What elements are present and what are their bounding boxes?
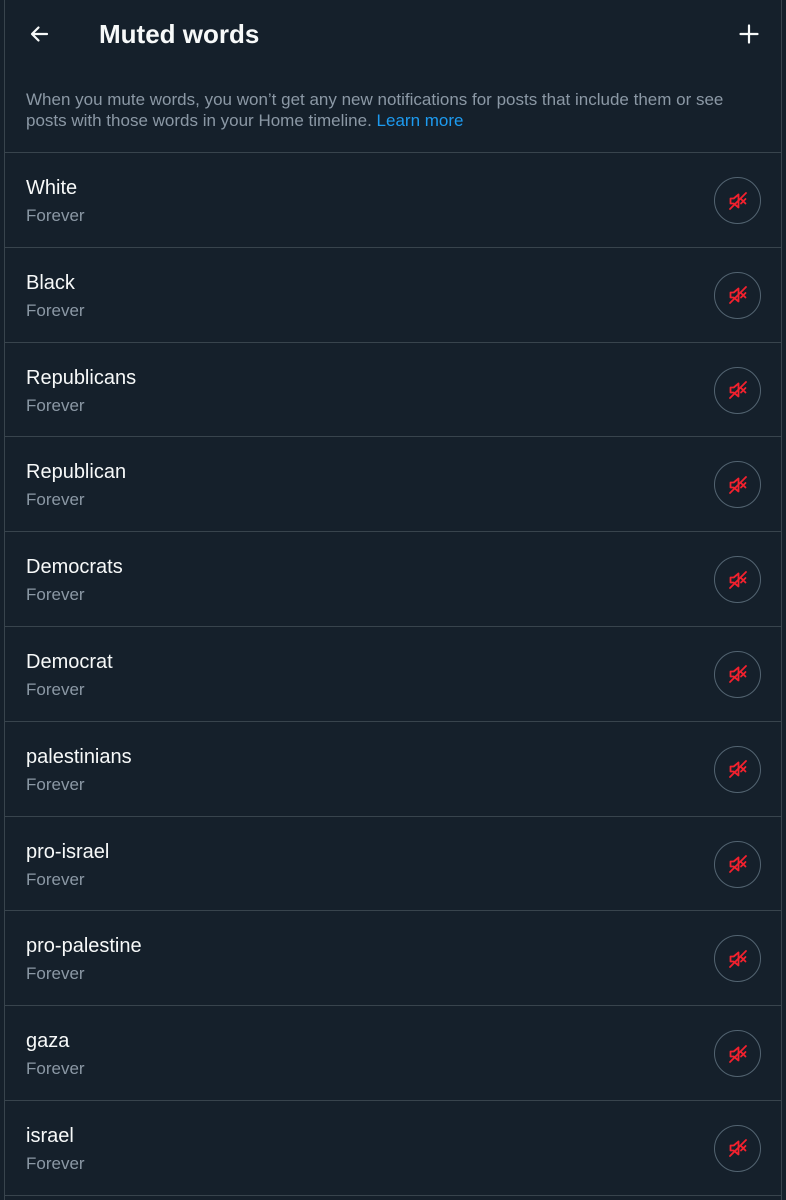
mute-duration: Forever — [26, 1153, 85, 1173]
muted-word: Republican — [26, 461, 127, 484]
muted-words-list: White Forever Black Forever Republicans … — [5, 152, 781, 1196]
mute-duration: Forever — [26, 869, 85, 889]
page-title: Muted words — [99, 19, 260, 49]
muted-word: gaza — [26, 1030, 70, 1053]
muted-word-row[interactable]: pro-palestine Forever — [5, 911, 781, 1007]
mute-duration: Forever — [26, 585, 85, 605]
unmute-button[interactable] — [714, 1030, 761, 1078]
unmute-button[interactable] — [714, 461, 761, 509]
muted-word-row[interactable]: pro-israel Forever — [5, 817, 781, 912]
muted-word: Black — [26, 271, 75, 294]
muted-word-row[interactable]: Republican Forever — [5, 437, 781, 533]
unmute-button[interactable] — [714, 366, 761, 414]
mute-duration: Forever — [26, 774, 85, 794]
back-button[interactable] — [19, 14, 59, 54]
arrow-left-icon — [30, 26, 49, 42]
mute-duration: Forever — [26, 490, 85, 510]
add-muted-word-button[interactable] — [729, 14, 769, 54]
muted-word-row[interactable]: Black Forever — [5, 248, 781, 343]
speaker-muted-icon — [728, 665, 747, 684]
muted-word: pro-palestine — [26, 935, 142, 958]
mute-duration: Forever — [26, 395, 85, 415]
muted-word: Democrat — [26, 650, 113, 673]
learn-more-link[interactable]: Learn more — [377, 111, 464, 130]
muted-word: palestinians — [26, 745, 132, 768]
unmute-button[interactable] — [714, 745, 761, 793]
speaker-muted-icon — [728, 760, 747, 779]
speaker-muted-icon — [728, 381, 747, 399]
muted-word-row[interactable]: Republicans Forever — [5, 343, 781, 438]
muted-word: israel — [26, 1124, 74, 1147]
muted-word: White — [26, 177, 78, 199]
speaker-muted-icon — [728, 475, 747, 494]
speaker-muted-icon — [728, 191, 747, 210]
mute-duration: Forever — [26, 964, 85, 984]
muted-word-row[interactable]: gaza Forever — [5, 1006, 781, 1101]
unmute-button[interactable] — [714, 840, 761, 888]
mute-duration: Forever — [26, 206, 85, 225]
mute-duration: Forever — [26, 679, 85, 699]
speaker-muted-icon — [728, 855, 747, 873]
speaker-muted-icon — [728, 570, 747, 589]
muted-word: pro-israel — [26, 840, 110, 863]
speaker-muted-icon — [728, 949, 747, 968]
muted-word: Democrats — [26, 556, 123, 579]
speaker-muted-icon — [728, 1139, 747, 1158]
muted-word-row[interactable]: Democrat Forever — [5, 627, 781, 722]
muted-words-panel: Muted words When you mute words, you won… — [4, 0, 782, 1200]
unmute-button[interactable] — [714, 1124, 761, 1172]
speaker-muted-icon — [728, 1044, 747, 1063]
mute-duration: Forever — [26, 1059, 85, 1079]
unmute-button[interactable] — [714, 935, 761, 983]
mute-duration: Forever — [26, 300, 85, 320]
muted-word-row[interactable]: palestinians Forever — [5, 722, 781, 817]
description-text: When you mute words, you won’t get any n… — [26, 89, 766, 131]
muted-word: Republicans — [26, 366, 137, 389]
unmute-button[interactable] — [714, 271, 761, 319]
unmute-button[interactable] — [714, 650, 761, 698]
unmute-button[interactable] — [714, 556, 761, 604]
description-body: When you mute words, you won’t get any n… — [26, 90, 724, 130]
header-bar: Muted words — [5, 0, 781, 68]
unmute-button[interactable] — [714, 177, 761, 224]
muted-word-row[interactable]: israel Forever — [5, 1101, 781, 1196]
speaker-muted-icon — [728, 286, 747, 305]
muted-word-row[interactable]: White Forever — [5, 153, 781, 248]
plus-icon — [739, 24, 759, 44]
muted-word-row[interactable]: Democrats Forever — [5, 532, 781, 627]
